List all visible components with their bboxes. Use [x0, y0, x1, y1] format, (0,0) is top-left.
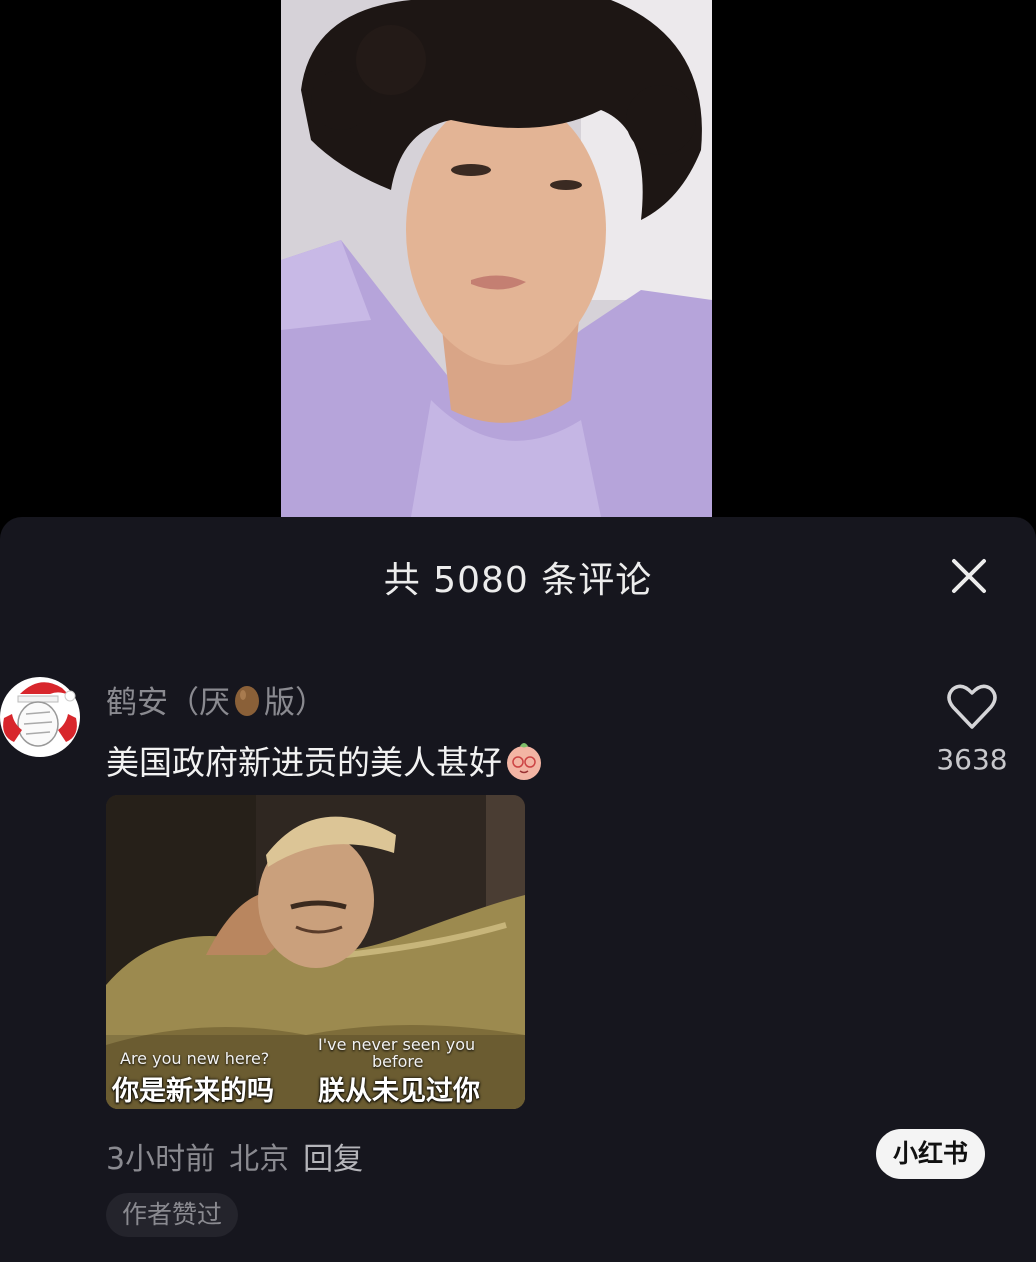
- comment-username[interactable]: 鹤安（厌 版）: [106, 677, 326, 725]
- egg-emoji-icon: [232, 683, 262, 725]
- meme-caption-cn-right: 朕从未见过你: [318, 1076, 480, 1107]
- meme-caption-en-left: Are you new here?: [120, 1049, 270, 1068]
- like-button[interactable]: [946, 683, 998, 731]
- comment-location: 北京: [229, 1142, 290, 1177]
- reply-button[interactable]: 回复: [303, 1142, 363, 1177]
- avatar[interactable]: [0, 674, 80, 760]
- author-liked-badge: 作者赞过: [106, 1193, 239, 1237]
- comment-meme-image[interactable]: Are you new here? 你是新来的吗 I've never seen…: [106, 795, 525, 1109]
- comment-meta: 3小时前 北京 回复: [106, 1134, 377, 1178]
- video-area: [0, 0, 1036, 520]
- comment-text: 美国政府新进贡的美人甚好: [106, 743, 502, 782]
- video-frame[interactable]: [281, 0, 712, 517]
- comments-count-title: 共 5080 条评论: [383, 560, 653, 601]
- username-text-part1: 鹤安（厌: [106, 685, 230, 721]
- avatar-image: [0, 677, 80, 757]
- comment-body: 美国政府新进贡的美人甚好: [106, 736, 544, 790]
- heart-outline-icon: [947, 684, 997, 729]
- close-icon: [952, 559, 986, 593]
- blushing-face-emoji-icon: [504, 740, 544, 790]
- like-count: 3638: [936, 743, 1008, 776]
- comment-time: 3小时前: [106, 1142, 216, 1177]
- close-button[interactable]: [944, 551, 994, 601]
- username-text-part2: 版）: [264, 685, 326, 721]
- video-still-portrait: [281, 0, 712, 517]
- xiaohongshu-watermark: 小红书: [876, 1129, 985, 1179]
- meme-caption-cn-left: 你是新来的吗: [112, 1076, 274, 1107]
- comments-sheet: 共 5080 条评论 鹤安（厌 版） 美国政府新进贡的美人甚好 3638 Are…: [0, 517, 1036, 1262]
